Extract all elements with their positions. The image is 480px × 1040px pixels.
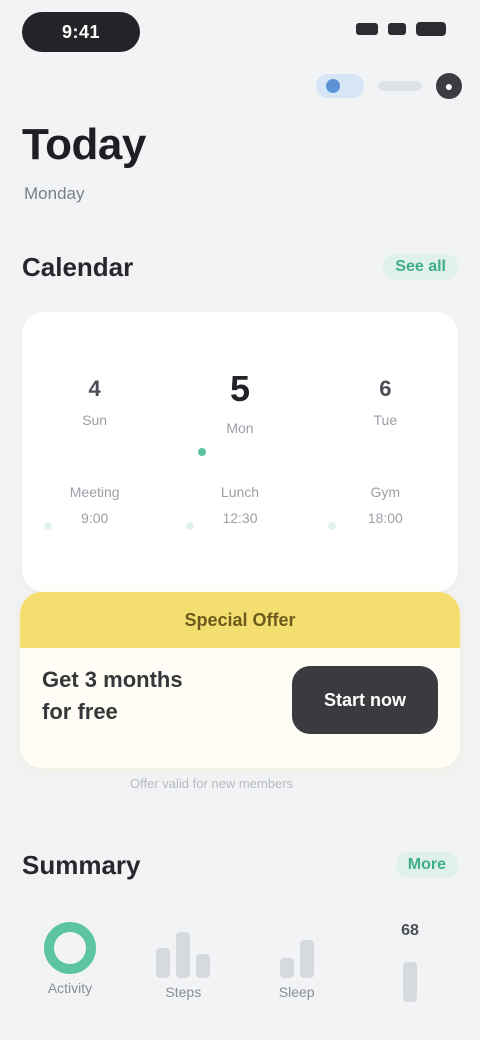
heart-bar-icon bbox=[402, 946, 417, 1002]
promo-banner: Special Offer bbox=[20, 592, 460, 648]
event-marker-dot bbox=[44, 522, 52, 530]
day-number-today: 5 bbox=[229, 368, 250, 409]
event-item[interactable]: Meeting 9:00 bbox=[35, 484, 155, 526]
event-label: Lunch bbox=[220, 484, 260, 500]
day-label: Mon bbox=[226, 420, 254, 436]
bar bbox=[176, 932, 191, 978]
status-bar: 9:41 bbox=[0, 0, 480, 60]
summary-item-activity[interactable]: Activity bbox=[22, 922, 118, 1022]
summary-item-sleep[interactable]: Sleep bbox=[249, 922, 345, 1022]
sleep-bar-icon bbox=[279, 922, 314, 978]
today-indicator bbox=[198, 448, 206, 456]
event-item[interactable]: Lunch 12:30 bbox=[180, 484, 300, 526]
promo-text-line1: Get 3 months bbox=[42, 667, 183, 692]
wifi-icon bbox=[388, 23, 406, 35]
calendar-day[interactable]: 6 Tue bbox=[325, 376, 445, 428]
promo-start-button[interactable]: Start now bbox=[292, 666, 438, 734]
steps-bar-icon bbox=[156, 922, 211, 978]
bar bbox=[279, 958, 294, 978]
event-time: 18:00 bbox=[367, 510, 403, 526]
signal-icon bbox=[356, 23, 378, 35]
day-label: Sun bbox=[82, 412, 108, 428]
promo-text-line2: for free bbox=[42, 699, 118, 724]
calendar-day[interactable]: 4 Sun bbox=[35, 376, 155, 428]
notification-toggle[interactable] bbox=[316, 74, 364, 98]
summary-more-link[interactable]: More bbox=[395, 852, 458, 878]
summary-item-steps[interactable]: Steps bbox=[135, 922, 231, 1022]
header-actions: ● bbox=[262, 66, 462, 106]
event-item[interactable]: Gym 18:00 bbox=[325, 484, 445, 526]
summary-label: Sleep bbox=[278, 984, 315, 1000]
summary-label: Steps bbox=[165, 984, 202, 1000]
event-marker-dot bbox=[328, 522, 336, 530]
promo-card: Special Offer Get 3 months for free Star… bbox=[20, 592, 460, 768]
bar bbox=[299, 940, 314, 978]
page-subtitle: Monday bbox=[24, 184, 85, 203]
day-label: Tue bbox=[373, 412, 398, 428]
calendar-days-row: 4 Sun 5 Mon 6 Tue bbox=[22, 368, 458, 436]
event-time: 9:00 bbox=[81, 510, 109, 526]
calendar-events-row: Meeting 9:00 Lunch 12:30 Gym 18:00 bbox=[22, 484, 458, 526]
summary-section-header: Summary More bbox=[22, 850, 458, 880]
summary-label: Activity bbox=[47, 980, 93, 996]
page-title: Today bbox=[22, 120, 146, 169]
battery-icon bbox=[416, 22, 446, 36]
summary-title: Summary bbox=[22, 849, 141, 880]
profile-avatar-icon[interactable]: ● bbox=[436, 73, 462, 99]
day-number: 4 bbox=[88, 376, 101, 401]
status-icons bbox=[356, 22, 446, 36]
event-label: Gym bbox=[370, 484, 401, 500]
status-time: 9:41 bbox=[22, 12, 140, 52]
calendar-card: 4 Sun 5 Mon 6 Tue Meeting 9:00 Lunch 12:… bbox=[22, 312, 458, 592]
bar bbox=[196, 954, 211, 978]
summary-item-heart[interactable]: 68 bbox=[362, 922, 458, 1022]
calendar-section-header: Calendar See all bbox=[22, 252, 458, 282]
activity-ring-icon bbox=[44, 922, 96, 974]
calendar-see-all-link[interactable]: See all bbox=[383, 254, 458, 280]
day-number: 6 bbox=[379, 376, 392, 401]
calendar-title: Calendar bbox=[22, 251, 134, 282]
event-marker-dot bbox=[186, 522, 194, 530]
summary-list: Activity Steps Sleep 68 bbox=[22, 912, 458, 1022]
calendar-day-today[interactable]: 5 Mon bbox=[180, 368, 300, 436]
promo-text: Get 3 months for free bbox=[42, 664, 183, 728]
event-label: Meeting bbox=[69, 484, 120, 500]
event-time: 12:30 bbox=[222, 510, 258, 526]
menu-handle[interactable] bbox=[378, 81, 422, 91]
bar bbox=[156, 948, 171, 978]
bar bbox=[402, 962, 417, 1002]
summary-value: 68 bbox=[401, 922, 419, 939]
promo-footnote: Offer valid for new members bbox=[130, 776, 294, 791]
